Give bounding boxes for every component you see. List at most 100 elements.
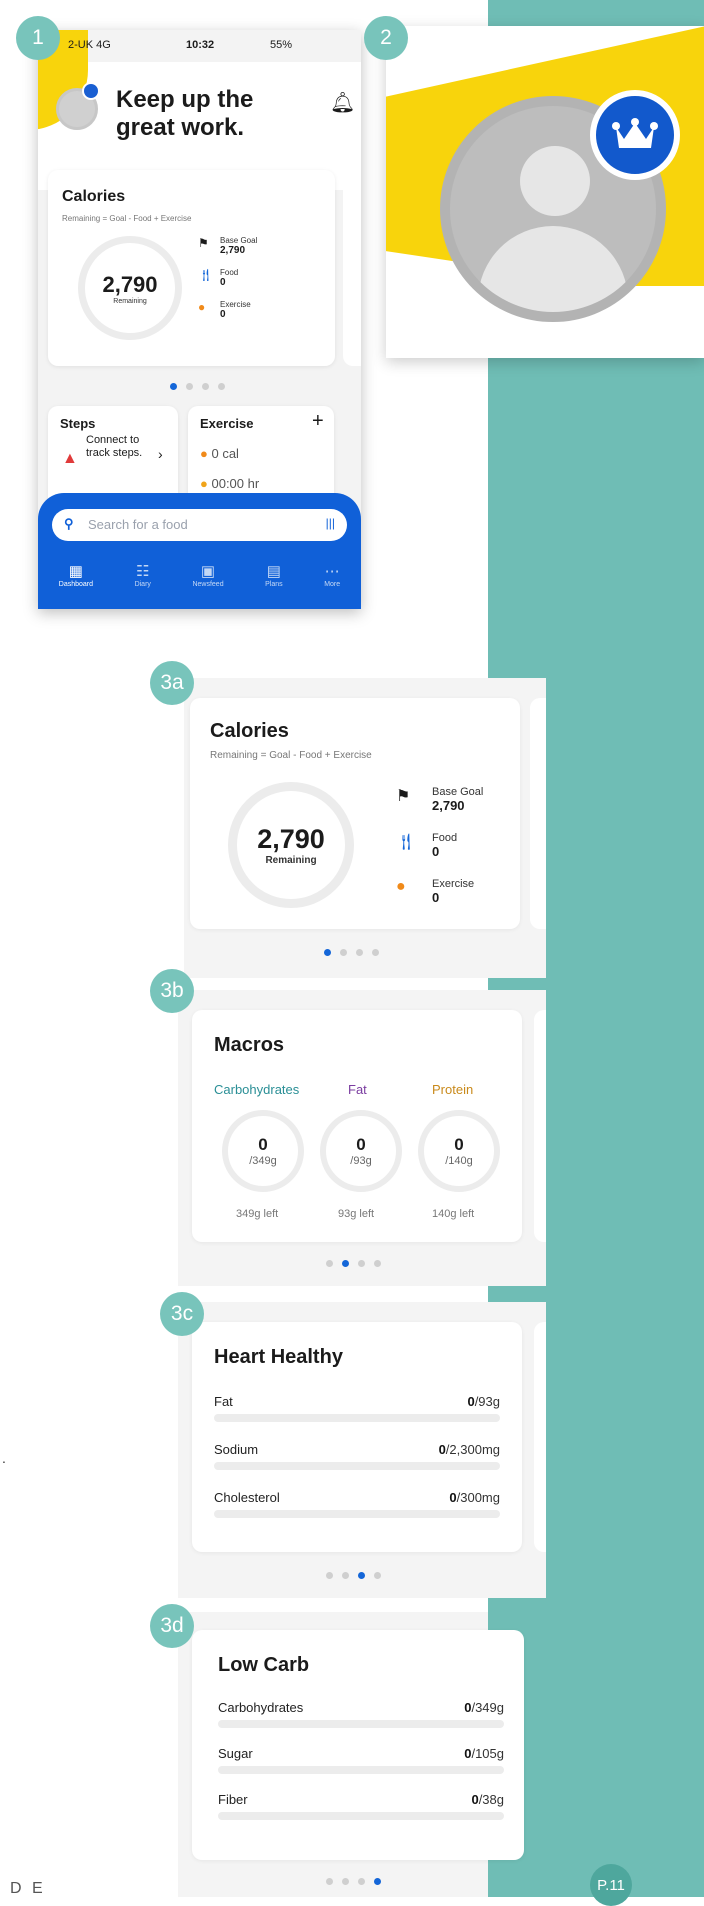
flag-icon: ⚑ [198, 236, 209, 250]
carousel-dot[interactable] [342, 1572, 349, 1579]
sodium-label: Sodium [214, 1442, 259, 1457]
carousel-dot[interactable] [342, 1260, 349, 1267]
food-row: 🍴︎ Food 0 [396, 832, 457, 858]
exercise-time: 00:00 hr [211, 476, 260, 491]
tab-diary[interactable]: ☷ Diary [135, 557, 151, 609]
stray-mark: . [2, 1450, 6, 1466]
macros-title: Macros [214, 1034, 285, 1056]
sodium-goal: /2,300mg [445, 1442, 500, 1457]
tab-bar: ▦ Dashboard ☷ Diary ▣ Newsfeed ▤ Plans ⋯ More [38, 557, 361, 609]
heart-healthy-card[interactable]: Heart Healthy Fat 0/93g Sodium 0/2,300mg… [192, 1322, 522, 1552]
more-icon: ⋯ [324, 563, 340, 580]
carousel-dot[interactable] [324, 949, 331, 956]
barcode-icon[interactable]: ||| [326, 516, 335, 530]
macros-card[interactable]: Macros Carbohydrates Fat Protein 0 /349g… [192, 1010, 522, 1242]
remaining-label: Remaining [113, 297, 147, 305]
phone-screenshot: 2-UK 4G 10:32 55% Keep up the great work… [38, 30, 361, 609]
chevron-right-icon[interactable]: › [158, 446, 163, 462]
protein-total: /140g [445, 1155, 473, 1167]
carousel-dot[interactable] [202, 383, 209, 390]
next-card-peek [534, 1010, 546, 1242]
carousel-dot[interactable] [326, 1878, 333, 1885]
calories-card[interactable]: Calories Remaining = Goal - Food + Exerc… [190, 698, 520, 929]
footer-text: D E [10, 1880, 46, 1897]
carousel-dot[interactable] [170, 383, 177, 390]
carousel-dot[interactable] [340, 949, 347, 956]
carousel-dot[interactable] [358, 1260, 365, 1267]
carousel-dot[interactable] [358, 1878, 365, 1885]
low-carb-card[interactable]: Low Carb Carbohydrates 0/349g Sugar 0/10… [192, 1630, 524, 1860]
bell-icon[interactable]: 🔔︎ [330, 90, 355, 115]
flag-icon: ⚑ [396, 788, 411, 805]
add-exercise-button[interactable]: + [312, 410, 324, 433]
heart-healthy-title: Heart Healthy [214, 1346, 343, 1368]
carousel-dot[interactable] [326, 1572, 333, 1579]
fork-knife-icon: 🍴︎ [198, 268, 214, 282]
protein-value: 0 [454, 1135, 464, 1154]
carbs-value: 0 [258, 1135, 268, 1154]
calories-panel: Calories Remaining = Goal - Food + Exerc… [184, 678, 546, 978]
carousel-dot[interactable] [358, 1572, 365, 1579]
tab-label: Newsfeed [192, 581, 224, 588]
calories-ring: 2,790 Remaining [228, 782, 354, 908]
carousel-dot[interactable] [372, 949, 379, 956]
next-card-peek [534, 1322, 546, 1552]
carousel-dot[interactable] [218, 383, 225, 390]
exercise-title: Exercise [200, 416, 254, 431]
next-card-peek [530, 698, 546, 929]
fat-value: 0/93g [467, 1394, 500, 1409]
cholesterol-progress-bar [214, 1510, 500, 1518]
tab-more[interactable]: ⋯ More [324, 557, 340, 609]
step-badge: 3b [150, 969, 194, 1013]
base-goal-row: ⚑ Base Goal 2,790 [198, 236, 257, 256]
sodium-value: 0/2,300mg [439, 1442, 500, 1457]
fat-value: 0 [356, 1135, 366, 1154]
carousel-dot[interactable] [186, 383, 193, 390]
fat-goal: /93g [474, 1394, 500, 1409]
page-number: P.11 [590, 1864, 632, 1906]
carousel-dot[interactable] [374, 1572, 381, 1579]
fat-left: 93g left [338, 1208, 375, 1220]
exercise-row: ● Exercise 0 [198, 300, 251, 320]
fat-total: /93g [350, 1155, 372, 1167]
greeting-title: Keep up the great work. [116, 86, 254, 141]
carousel-dots[interactable] [324, 949, 379, 956]
carousel-dot[interactable] [356, 949, 363, 956]
step-badge: 2 [364, 16, 408, 60]
fiber-value: 0/38g [471, 1792, 504, 1807]
shoe-icon: ▲ [62, 450, 78, 467]
fat-label: Fat [348, 1082, 367, 1097]
cholesterol-goal: /300mg [456, 1490, 500, 1505]
carousel-dots[interactable] [326, 1572, 381, 1579]
plans-icon: ▤ [266, 563, 281, 580]
carousel-dots[interactable] [170, 383, 225, 390]
cholesterol-value: 0/300mg [449, 1490, 500, 1505]
cholesterol-consumed: 0 [449, 1490, 457, 1505]
fiber-label: Fiber [218, 1792, 248, 1807]
carrier-text: 2-UK 4G [68, 39, 111, 51]
carousel-dot[interactable] [374, 1878, 381, 1885]
calories-card[interactable]: Calories Remaining = Goal - Food + Exerc… [48, 170, 335, 366]
tab-dashboard[interactable]: ▦ Dashboard [59, 557, 93, 609]
fiber-consumed: 0 [471, 1792, 479, 1807]
step-badge: 3c [160, 1292, 204, 1336]
carousel-dot[interactable] [326, 1260, 333, 1267]
search-placeholder: Search for a food [88, 517, 188, 532]
carousel-dots[interactable] [326, 1878, 381, 1885]
avatar-zoom-panel [386, 26, 704, 358]
base-goal-value: 2,790 [432, 798, 465, 813]
premium-crown-icon [82, 82, 100, 100]
carbs-left: 349g left [236, 1208, 279, 1220]
sugar-value: 0/105g [464, 1746, 504, 1761]
food-search-input[interactable]: ⚲ Search for a food ||| [52, 509, 347, 541]
base-goal-value: 2,790 [220, 245, 246, 256]
carousel-dot[interactable] [374, 1260, 381, 1267]
step-badge: 1 [16, 16, 60, 60]
step-badge: 3d [150, 1604, 194, 1648]
tab-newsfeed[interactable]: ▣ Newsfeed [192, 557, 223, 609]
tab-plans[interactable]: ▤ Plans [265, 557, 283, 609]
diary-icon: ☷ [136, 563, 150, 580]
carousel-dots[interactable] [326, 1260, 381, 1267]
carousel-dot[interactable] [342, 1878, 349, 1885]
low-carb-panel: Low Carb Carbohydrates 0/349g Sugar 0/10… [178, 1612, 524, 1897]
